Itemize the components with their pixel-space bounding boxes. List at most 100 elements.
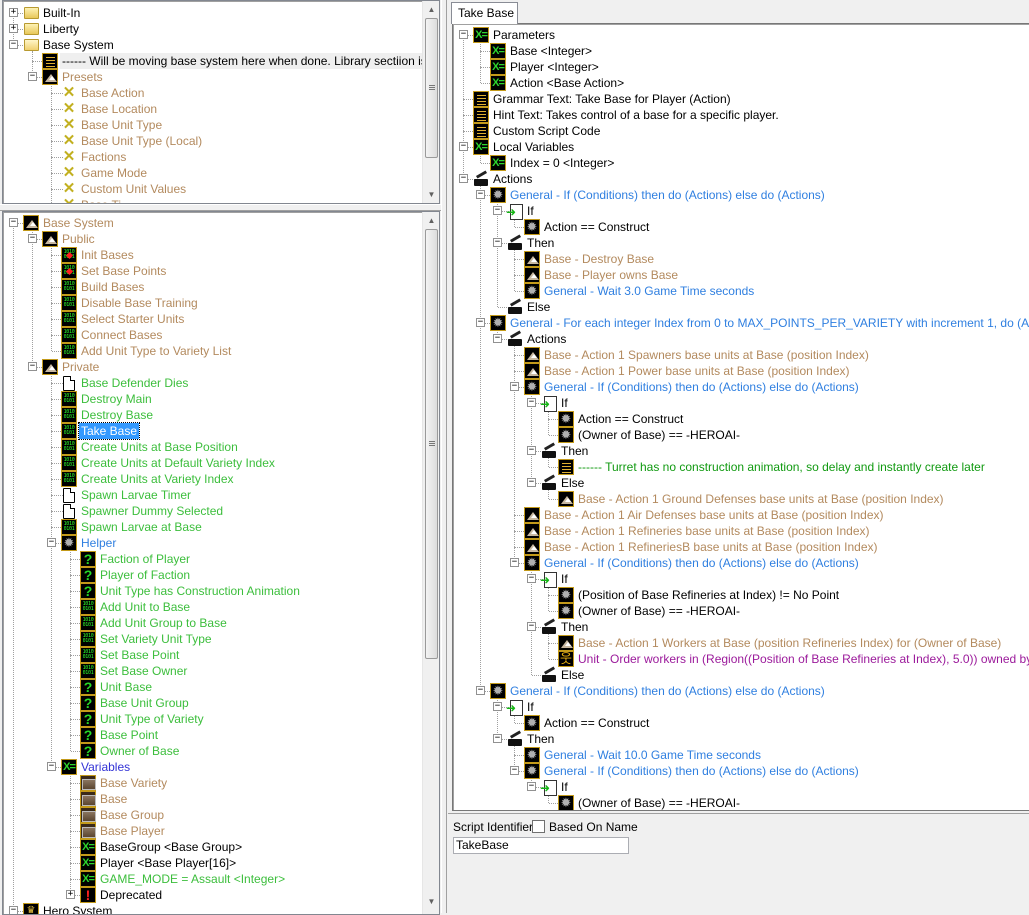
tree-item[interactable]: − Actions: [453, 171, 1029, 187]
tree-item-label[interactable]: Base - Action 1 Power base units at Base…: [542, 363, 852, 379]
tree-item-label[interactable]: If: [525, 699, 536, 715]
tree-item[interactable]: +! Deprecated: [3, 887, 422, 903]
tree-item-label[interactable]: If: [525, 203, 536, 219]
tree-item[interactable]: Action == Construct: [453, 411, 1029, 427]
tree-item[interactable]: 웃 Unit - Order workers in (Region((Positi…: [453, 651, 1029, 667]
tree-item-label[interactable]: GAME_MODE = Assault <Integer>: [98, 871, 287, 887]
tree-item-label[interactable]: Base System: [41, 37, 116, 53]
tree-item[interactable]: Base - Action 1 RefineriesB base units a…: [453, 539, 1029, 555]
tree-item-label[interactable]: Set Base Point: [98, 647, 181, 663]
tree-item-label[interactable]: Action == Construct: [542, 715, 651, 731]
tree-item-label[interactable]: Player <Base Player[16]>: [98, 855, 238, 871]
tree-item-label[interactable]: Create Units at Base Position: [79, 439, 240, 455]
tree-item[interactable]: − Then: [453, 619, 1029, 635]
tree-item[interactable]: − Actions: [453, 331, 1029, 347]
tree-item-label[interactable]: Base - Action 1 Ground Defenses base uni…: [576, 491, 946, 507]
tree-item-label[interactable]: Add Unit Group to Base: [98, 615, 229, 631]
tree-item-label[interactable]: Player of Faction: [98, 567, 192, 583]
collapse-toggle[interactable]: −: [476, 190, 485, 199]
tree-item-label[interactable]: Base - Action 1 Spawners base units at B…: [542, 347, 871, 363]
tree-item-label[interactable]: Owner of Base: [98, 743, 181, 759]
scroll-down-button[interactable]: ▼: [423, 186, 439, 203]
tree-item[interactable]: − ♛ Hero System: [3, 903, 422, 914]
tree-item[interactable]: Base Player: [3, 823, 422, 839]
tree-item-label[interactable]: General - If (Conditions) then do (Actio…: [542, 763, 861, 779]
tree-item[interactable]: 1010 0101 Take Base: [3, 422, 422, 440]
tree-item-label[interactable]: (Owner of Base) == -HEROAI-: [576, 427, 742, 443]
tree-item[interactable]: ✕ Base Unit Type: [3, 117, 422, 133]
tree-item-label[interactable]: General - Wait 10.0 Game Time seconds: [542, 747, 763, 763]
tree-item[interactable]: Base - Action 1 Power base units at Base…: [453, 363, 1029, 379]
tree-item-label[interactable]: Base Variety: [98, 775, 169, 791]
tree-item[interactable]: 1010 0101 Spawn Larvae at Base: [3, 519, 422, 535]
tree-item-label[interactable]: Then: [559, 619, 590, 635]
tree-item[interactable]: − X= Variables: [3, 759, 422, 775]
tree-item-label[interactable]: Else: [559, 667, 586, 683]
tree-item-label[interactable]: Action == Construct: [576, 411, 685, 427]
tree-item-label[interactable]: Else: [525, 299, 552, 315]
collapse-toggle[interactable]: −: [493, 238, 502, 247]
tree-item-label[interactable]: Unit Type has Construction Animation: [98, 583, 302, 599]
tree-item[interactable]: Hint Text: Takes control of a base for a…: [453, 107, 1029, 123]
tree-item[interactable]: Base - Action 1 Ground Defenses base uni…: [453, 491, 1029, 507]
tree-item-label[interactable]: Actions: [525, 331, 568, 347]
tree-item-label[interactable]: Hero System: [41, 903, 114, 914]
tree-item-label[interactable]: Base Action: [79, 85, 146, 101]
tree-item[interactable]: Base - Action 1 Spawners base units at B…: [453, 347, 1029, 363]
collapse-toggle[interactable]: −: [9, 40, 18, 49]
tree-item[interactable]: (Owner of Base) == -HEROAI-: [453, 795, 1029, 810]
tab-take-base[interactable]: Take Base: [451, 2, 518, 24]
collapse-toggle[interactable]: −: [9, 218, 18, 227]
collapse-toggle[interactable]: −: [527, 782, 536, 791]
tree-item-label[interactable]: Else: [559, 475, 586, 491]
tree-item-label[interactable]: Select Starter Units: [79, 311, 186, 327]
tree-item-label[interactable]: General - Wait 3.0 Game Time seconds: [542, 283, 756, 299]
tree-item[interactable]: − If: [453, 699, 1029, 716]
tree-item[interactable]: X= Player <Base Player[16]>: [3, 855, 422, 871]
tree-item[interactable]: 1010 0101 Select Starter Units: [3, 311, 422, 327]
tree-item[interactable]: 1010 0101 Destroy Base: [3, 407, 422, 423]
collapse-toggle[interactable]: −: [47, 762, 56, 771]
collapse-toggle[interactable]: −: [28, 362, 37, 371]
tree-item-label[interactable]: Liberty: [41, 21, 81, 37]
tree-item-label[interactable]: (Owner of Base) == -HEROAI-: [576, 603, 742, 619]
tree-item-label[interactable]: Take Base: [77, 422, 141, 440]
collapse-toggle[interactable]: −: [493, 734, 502, 743]
tree-item-label[interactable]: Base - Action 1 Workers at Base (positio…: [576, 635, 1003, 651]
based-on-name-checkbox[interactable]: [532, 820, 545, 833]
collapse-toggle[interactable]: −: [28, 72, 37, 81]
tree-item-label[interactable]: Action == Construct: [542, 219, 651, 235]
tree-item[interactable]: Base Group: [3, 807, 422, 823]
tree-item[interactable]: 1010 0101 Create Units at Default Variety …: [3, 455, 422, 471]
tree-item-label[interactable]: Set Variety Unit Type: [98, 631, 214, 647]
tree-item[interactable]: Spawner Dummy Selected: [3, 503, 422, 519]
tree-item[interactable]: 1010 0101 Add Unit Type to Variety List: [3, 343, 422, 359]
collapse-toggle[interactable]: −: [28, 234, 37, 243]
tree-item[interactable]: ✕ Game Mode: [3, 165, 422, 181]
collapse-toggle[interactable]: −: [510, 766, 519, 775]
tree-item-label[interactable]: Deprecated: [98, 887, 164, 903]
tree-item[interactable]: 1010 0101 Add Unit Group to Base: [3, 615, 422, 631]
tree-item-label[interactable]: Grammar Text: Take Base for Player (Acti…: [491, 91, 733, 107]
tree-item[interactable]: − General - If (Conditions) then do (Acti…: [453, 187, 1029, 203]
tree-item-label[interactable]: Create Units at Default Variety Index: [79, 455, 277, 471]
tree-item-label[interactable]: Parameters: [491, 27, 557, 43]
tree-item[interactable]: ? Player of Faction: [3, 567, 422, 583]
tree-item[interactable]: Base Variety: [3, 775, 422, 791]
tree-item-label[interactable]: General - For each integer Index from 0 …: [508, 315, 1029, 331]
tree-item-label[interactable]: Add Unit Type to Variety List: [79, 343, 233, 359]
tree-item-label[interactable]: Build Bases: [79, 279, 146, 295]
tree-item[interactable]: − Helper: [3, 535, 422, 551]
tree-item-label[interactable]: Create Units at Variety Index: [79, 471, 236, 487]
tree-item[interactable]: Base: [3, 791, 422, 807]
tree-item[interactable]: 1010 0101 Destroy Main: [3, 391, 422, 407]
tree-item[interactable]: − Then: [453, 443, 1029, 459]
tree-item[interactable]: ✕ Base Action: [3, 85, 422, 101]
tree-item[interactable]: − If: [453, 779, 1029, 796]
tree-item[interactable]: (Position of Base Refineries at Index) !…: [453, 587, 1029, 603]
expand-toggle[interactable]: +: [9, 8, 18, 17]
tree-item[interactable]: 1010 0101 Build Bases: [3, 279, 422, 295]
tree-item[interactable]: − Presets: [3, 69, 422, 85]
tree-item[interactable]: ? Base Point: [3, 727, 422, 743]
tree-item[interactable]: Spawn Larvae Timer: [3, 487, 422, 503]
